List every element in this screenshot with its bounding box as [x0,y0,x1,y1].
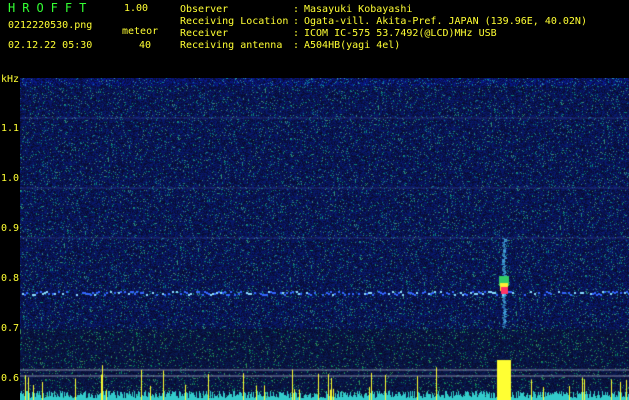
y-tick-label: 0.6 [1,373,20,384]
datetime: 02.12.22 05:30 [8,40,93,51]
y-tick-label: 1.0 [1,173,20,184]
antenna-value: A504HB(yagi 4el) [304,40,401,51]
separator: : [293,28,300,39]
antenna-label: Receiving antenna [180,40,283,51]
separator: : [293,40,300,51]
observer-value: Masayuki Kobayashi [304,4,413,15]
y-tick-label: 0.9 [1,223,20,234]
location-label: Receiving Location [180,16,289,27]
separator: : [293,4,300,15]
meteor-label: meteor [122,26,159,37]
observer-label: Observer [180,4,229,15]
spectrogram-canvas [20,78,629,400]
header: HROFFT 1.00 0212220530.png 02.12.22 05:3… [0,0,629,78]
y-tick-label: 0.7 [1,323,20,334]
receiver-value: ICOM IC-575 53.7492(@LCD)MHz USB [304,28,497,39]
app-name: HROFFT [8,1,94,15]
location-value: Ogata-vill. Akita-Pref. JAPAN (139.96E, … [304,16,587,27]
meteor-count: 40 [139,40,152,51]
receiver-label: Receiver [180,28,229,39]
separator: : [293,16,300,27]
app-version: 1.00 [124,3,149,14]
y-axis-unit: kHz [1,74,20,85]
y-tick-label: 1.1 [1,123,20,134]
y-tick-label: 0.8 [1,273,20,284]
file-name: 0212220530.png [8,20,93,31]
spectrogram-plot [20,78,629,400]
